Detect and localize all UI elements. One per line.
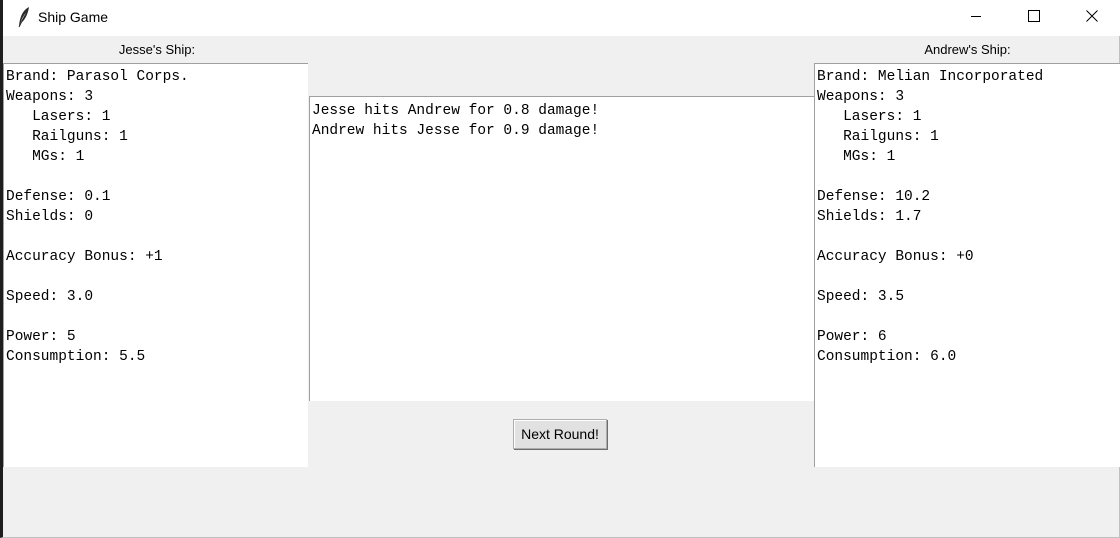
title-bar[interactable]: Ship Game [3,0,1120,36]
feather-icon [17,6,31,28]
ship-game-window: Ship Game Jesse's Ship: Brand: Parasol C… [0,0,1120,538]
andrew-ship-stats[interactable]: Brand: Melian Incorporated Weapons: 3 La… [814,63,1120,467]
jesse-ship-stats[interactable]: Brand: Parasol Corps. Weapons: 3 Lasers:… [3,63,308,467]
battle-log[interactable]: Jesse hits Andrew for 0.8 damage! Andrew… [309,96,815,401]
maximize-button[interactable] [1005,0,1063,36]
maximize-icon [1028,9,1040,27]
close-button[interactable] [1063,0,1120,36]
minimize-icon [970,9,982,27]
close-icon [1086,9,1098,27]
window-title: Ship Game [38,9,109,25]
jesse-ship-label: Jesse's Ship: [118,42,196,57]
minimize-button[interactable] [947,0,1005,36]
andrew-ship-label: Andrew's Ship: [924,42,1011,57]
next-round-button[interactable]: Next Round! [513,419,607,449]
